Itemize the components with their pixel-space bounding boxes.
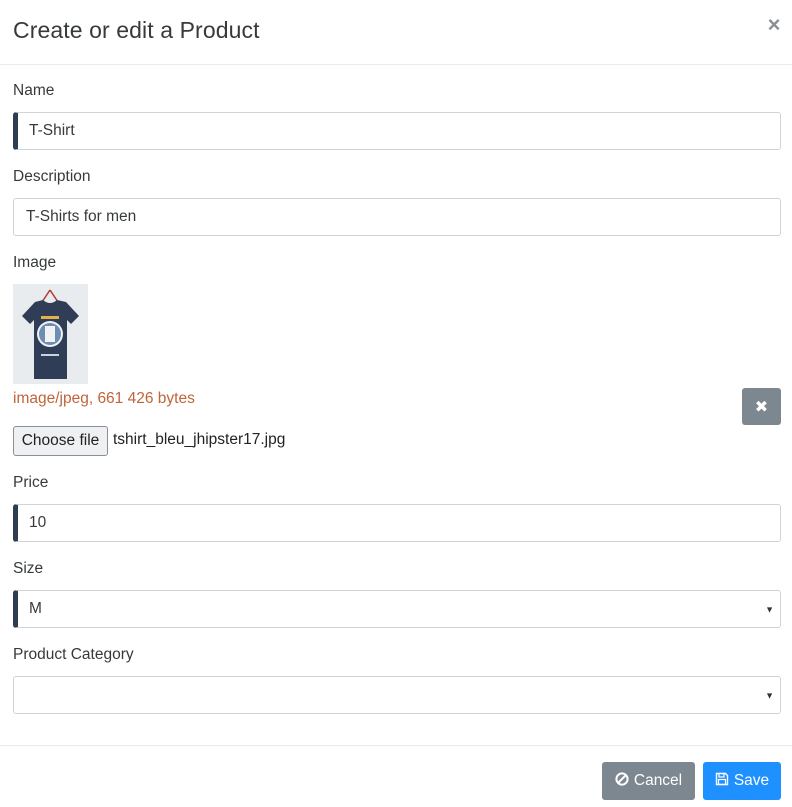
caret-down-icon: ▼ [765,604,774,615]
name-input[interactable]: T-Shirt [13,112,781,150]
size-label: Size [13,560,44,577]
dialog-header: Create or edit a Product × [0,0,792,65]
save-button-label: Save [733,772,770,789]
remove-image-button[interactable]: ✖ [742,388,781,425]
name-label: Name [13,82,55,99]
description-label: Description [13,168,91,185]
ban-icon [615,771,629,791]
caret-down-icon: ▼ [765,690,774,701]
cancel-button-label: Cancel [633,772,683,789]
description-input[interactable]: T-Shirts for men [13,198,781,236]
dialog-title: Create or edit a Product [13,17,260,43]
save-button[interactable]: Save [703,762,781,800]
product-category-label: Product Category [13,646,134,663]
save-disk-icon [715,772,729,791]
times-icon: ✖ [754,398,769,416]
selected-file-name: tshirt_bleu_jhipster17.jpg [113,431,286,448]
price-label: Price [13,474,49,491]
product-image-thumbnail [13,284,88,384]
dialog-footer: Cancel Save [0,745,792,807]
product-edit-dialog: Create or edit a Product × Name T-Shirt … [0,0,792,807]
cancel-button[interactable]: Cancel [602,762,695,800]
choose-file-button[interactable]: Choose file [13,426,108,456]
close-button[interactable]: × [765,14,783,36]
description-input-value: T-Shirts for men [26,208,137,225]
product-category-select[interactable]: ▼ [13,676,781,714]
image-label: Image [13,254,57,271]
price-input[interactable]: 10 [13,504,781,542]
price-input-value: 10 [29,514,47,531]
size-select-value: M [29,600,42,617]
name-input-value: T-Shirt [29,122,75,139]
image-meta-text: image/jpeg, 661 426 bytes [13,390,195,407]
size-select[interactable]: M ▼ [13,590,781,628]
